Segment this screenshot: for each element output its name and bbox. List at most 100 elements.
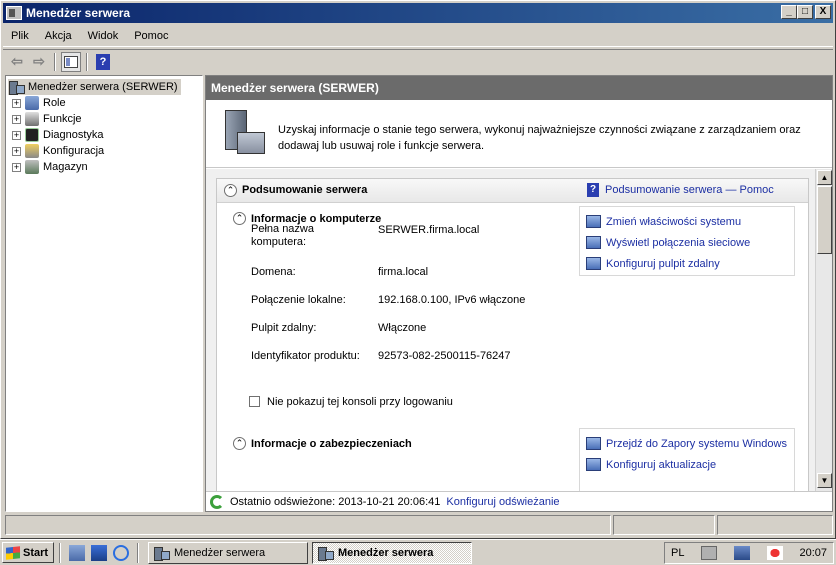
tree-item-roles[interactable]: + Role [12, 95, 66, 111]
back-button[interactable]: ⇦ [7, 52, 27, 72]
diagnostics-icon [25, 128, 39, 142]
expand-icon[interactable]: + [12, 130, 21, 140]
windows-firewall-link[interactable]: Przejdź do Zapory systemu Windows [586, 437, 787, 450]
summary-scroll-area[interactable]: ⌃ Podsumowanie serwera ? Podsumowanie se… [206, 169, 832, 491]
tree-item-diagnostics[interactable]: + Diagnostyka [12, 127, 104, 143]
hide-console-checkbox[interactable] [249, 396, 260, 407]
field-label: Pulpit zdalny: [251, 322, 317, 334]
security-alert-icon[interactable] [766, 546, 783, 560]
security-info-actions: Przejdź do Zapory systemu Windows Konfig… [579, 428, 795, 491]
last-refreshed-label: Ostatnio odświeżone: 2013-10-21 20:06:41 [230, 495, 441, 508]
server-icon [153, 546, 170, 561]
system-tray: PL 20:07 [664, 542, 834, 564]
intro-text: Uzyskaj informacje o stanie tego serwera… [278, 124, 801, 152]
configure-remote-desktop-link[interactable]: Konfiguruj pulpit zdalny [586, 257, 720, 270]
title-bar[interactable]: Menedżer serwera _ □ X [3, 3, 833, 23]
server-manager-quicklaunch-icon[interactable] [69, 544, 85, 561]
collapse-icon[interactable]: ⌃ [224, 184, 237, 197]
server-summary-header: ⌃ Podsumowanie serwera ? Podsumowanie se… [217, 179, 808, 203]
tree-item-storage[interactable]: + Magazyn [12, 159, 88, 175]
status-panel [5, 515, 611, 535]
main-window: Menedżer serwera _ □ X Plik Akcja Widok … [0, 0, 836, 539]
toolbar-separator [54, 52, 56, 71]
field-label: Połączenie lokalne: [251, 294, 346, 306]
field-label: Domena: [251, 266, 296, 278]
product-id-value: 92573-082-2500115-76247 [378, 350, 511, 362]
local-connection-value: 192.168.0.100, IPv6 włączone [378, 294, 526, 306]
change-system-properties-link[interactable]: Zmień właściwości systemu [586, 215, 741, 228]
features-icon [25, 112, 39, 126]
summary-help-link[interactable]: ? Podsumowanie serwera — Pomoc [587, 183, 774, 197]
scroll-thumb[interactable] [817, 186, 832, 254]
server-icon [317, 546, 334, 561]
tree-item-configuration[interactable]: + Konfiguracja [12, 143, 104, 159]
internet-explorer-icon[interactable] [113, 544, 129, 561]
refresh-icon [210, 494, 224, 509]
view-network-connections-link[interactable]: Wyświetl połączenia sieciowe [586, 236, 750, 249]
computer-name-value: SERWER.firma.local [378, 224, 480, 236]
start-button[interactable]: Start [2, 542, 54, 563]
tree-item-label: Konfiguracja [43, 145, 105, 157]
status-bar [5, 515, 833, 535]
windows-logo-icon [6, 545, 20, 560]
expand-icon[interactable]: + [12, 162, 21, 172]
show-hide-tree-button[interactable] [61, 51, 81, 72]
system-properties-icon [586, 215, 601, 228]
action-label: Konfiguruj pulpit zdalny [606, 257, 720, 270]
console-tree: Menedżer serwera (SERWER) + Role + Funkc… [5, 75, 203, 512]
taskbar-button-active[interactable]: Menedżer serwera [312, 541, 472, 564]
expand-icon[interactable]: + [12, 114, 21, 124]
expand-icon[interactable]: + [12, 98, 21, 108]
computer-info-actions: Zmień właściwości systemu Wyświetl połąc… [579, 206, 795, 276]
collapse-icon[interactable]: ⌃ [233, 437, 246, 450]
refresh-status: Ostatnio odświeżone: 2013-10-21 20:06:41… [206, 491, 832, 511]
clock[interactable]: 20:07 [799, 547, 827, 559]
menu-help[interactable]: Pomoc [126, 30, 176, 42]
keyboard-icon[interactable] [701, 546, 718, 560]
scroll-down-button[interactable]: ▼ [817, 473, 832, 488]
task-label: Menedżer serwera [174, 546, 266, 559]
window-title: Menedżer serwera [26, 6, 131, 20]
help-icon: ? [587, 183, 599, 197]
configure-updates-link[interactable]: Konfiguruj aktualizacje [586, 458, 716, 471]
forward-button[interactable]: ⇨ [29, 52, 49, 72]
tree-root-server-manager[interactable]: Menedżer serwera (SERWER) [8, 79, 181, 95]
action-label: Konfiguruj aktualizacje [606, 458, 717, 471]
tree-item-label: Funkcje [43, 113, 82, 125]
tree-root-label: Menedżer serwera (SERWER) [28, 81, 178, 93]
close-button[interactable]: X [815, 5, 831, 19]
minimize-button[interactable]: _ [781, 5, 797, 19]
menu-view[interactable]: Widok [80, 30, 127, 42]
tree-item-features[interactable]: + Funkcje [12, 111, 82, 127]
vertical-scrollbar[interactable]: ▲ ▼ [815, 169, 832, 491]
pane-header: Menedżer serwera (SERWER) [206, 76, 832, 100]
toolbar-separator [86, 52, 88, 71]
collapse-icon[interactable]: ⌃ [233, 212, 246, 225]
language-indicator[interactable]: PL [671, 547, 684, 559]
tree-item-label: Role [43, 97, 66, 109]
menu-bar: Plik Akcja Widok Pomoc [3, 25, 833, 47]
network-icon[interactable] [733, 546, 750, 560]
tree-item-label: Diagnostyka [43, 129, 104, 141]
console-tree-icon [64, 55, 78, 68]
server-icon [8, 80, 25, 95]
action-label: Zmień właściwości systemu [606, 215, 742, 228]
server-summary-section: ⌃ Podsumowanie serwera ? Podsumowanie se… [216, 178, 809, 491]
menu-file[interactable]: Plik [3, 30, 37, 42]
start-label: Start [23, 546, 49, 559]
taskbar: Start Menedżer serwera Menedżer serwera … [0, 539, 836, 565]
expand-icon[interactable]: + [12, 146, 21, 156]
menu-action[interactable]: Akcja [37, 30, 80, 42]
powershell-icon[interactable] [91, 544, 107, 561]
server-toolbox-icon [221, 110, 267, 158]
windows-update-icon [586, 458, 601, 471]
quick-launch-separator [137, 542, 139, 563]
help-button[interactable]: ? [93, 52, 113, 72]
taskbar-button[interactable]: Menedżer serwera [148, 541, 308, 564]
server-summary-title: Podsumowanie serwera [242, 184, 368, 196]
field-label: Pełna nazwa komputera: [251, 223, 314, 248]
quick-launch-separator [59, 542, 61, 563]
configure-refresh-link[interactable]: Konfiguruj odświeżanie [446, 496, 559, 508]
maximize-button[interactable]: □ [797, 5, 813, 19]
scroll-up-button[interactable]: ▲ [817, 170, 832, 185]
